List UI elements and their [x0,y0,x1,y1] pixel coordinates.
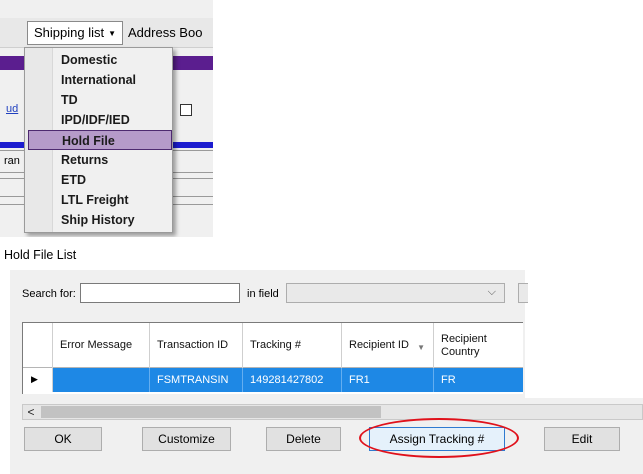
sort-down-icon: ▼ [417,343,425,352]
column-header-recipient-id[interactable]: Recipient ID ▼ [342,323,434,368]
column-header-transaction-id[interactable]: Transaction ID [150,323,243,368]
menu-item-ipd[interactable]: IPD/IDF/IED [53,110,173,130]
grid-header: Error Message Transaction ID Tracking # … [23,323,523,368]
row-header-corner [23,323,53,368]
shipping-list-label: Shipping list [34,25,105,40]
scroll-left-icon[interactable]: < [23,405,39,419]
edit-button[interactable]: Edit [544,427,620,451]
menu-item-international[interactable]: International [53,70,173,90]
delete-button[interactable]: Delete [266,427,341,451]
field-select[interactable]: ⌵ [286,283,505,303]
column-header-recipient-country[interactable]: Recipient Country [434,323,523,368]
hold-file-list-title: Hold File List [4,248,77,262]
menu-item-domestic[interactable]: Domestic [53,50,173,70]
caret-down-icon: ▼ [108,29,117,38]
cell-error-message[interactable] [53,368,150,392]
shipping-list-dropdown: Domestic International TD IPD/IDF/IED Ho… [24,47,173,233]
horizontal-scrollbar[interactable]: < [22,404,643,420]
shipping-list-menu[interactable]: Shipping list ▼ [27,21,124,45]
background-link[interactable]: ud [6,103,18,115]
filter-button[interactable] [518,283,528,303]
cell-transaction-id[interactable]: FSMTRANSIN [150,368,243,392]
background-checkbox[interactable] [180,104,192,116]
row-pointer-icon: ▶ [31,374,38,384]
menu-item-etd[interactable]: ETD [53,170,173,190]
table-row[interactable]: ▶ FSMTRANSIN 149281427802 FR1 FR [23,368,523,392]
search-input[interactable] [80,283,240,303]
cell-tracking[interactable]: 149281427802 [243,368,342,392]
recipient-id-label: Recipient ID [349,339,409,351]
search-label: Search for: [22,288,76,300]
cell-recipient-id[interactable]: FR1 [342,368,434,392]
hold-file-grid: Error Message Transaction ID Tracking # … [22,322,523,394]
menu-item-td[interactable]: TD [53,90,173,110]
menu-item-returns[interactable]: Returns [53,150,173,170]
cell-recipient-country[interactable]: FR [434,368,523,392]
in-field-label: in field [247,288,279,300]
column-header-error-message[interactable]: Error Message [53,323,150,368]
column-header-tracking[interactable]: Tracking # [243,323,342,368]
assign-tracking-button[interactable]: Assign Tracking # [369,427,505,451]
scrollbar-thumb[interactable] [41,406,381,418]
ok-button[interactable]: OK [24,427,102,451]
menu-item-hold-file[interactable]: Hold File [28,130,172,150]
address-book-menu[interactable]: Address Boo [128,21,202,45]
background-text: ran [4,155,20,167]
chevron-down-icon: ⌵ [487,286,496,298]
menu-item-ship-history[interactable]: Ship History [53,210,173,230]
menu-item-ltl-freight[interactable]: LTL Freight [53,190,173,210]
row-selector[interactable]: ▶ [23,368,53,392]
shipping-menu-screenshot: Shipping list ▼ Address Boo ud ran Domest… [0,0,213,237]
customize-button[interactable]: Customize [142,427,231,451]
